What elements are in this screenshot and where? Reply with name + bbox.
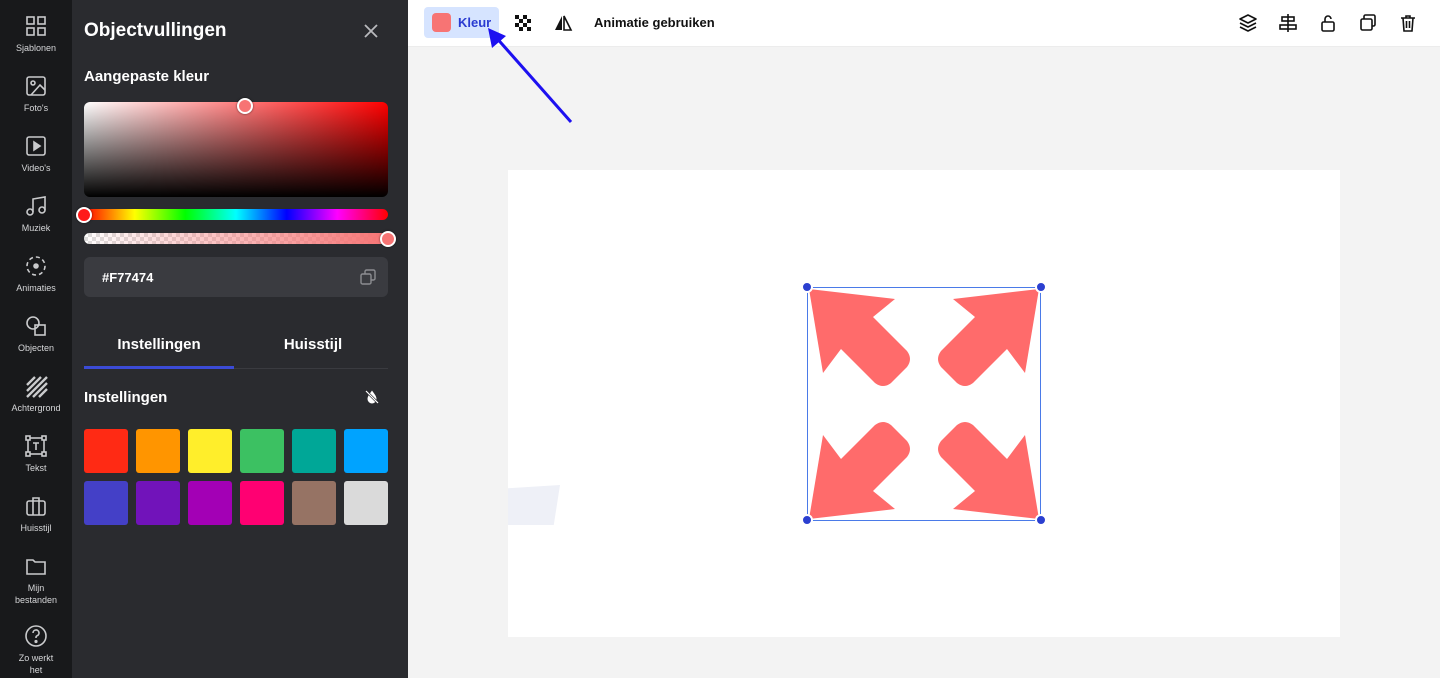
opacity-slider-handle[interactable]: [380, 231, 396, 247]
custom-color-title: Aangepaste kleur: [84, 68, 210, 85]
help-icon: [25, 625, 47, 647]
side-rail: Sjablonen Foto's Video's Muziek Animatie…: [0, 0, 72, 678]
rail-item-objects[interactable]: Objecten: [0, 314, 72, 354]
color-swatch[interactable]: [84, 481, 128, 525]
rail-item-animations[interactable]: Animaties: [0, 254, 72, 294]
copy-icon[interactable]: [360, 269, 376, 285]
resize-handle-top-left[interactable]: [801, 281, 813, 293]
color-swatch[interactable]: [344, 429, 388, 473]
templates-icon: [26, 16, 46, 36]
object-fill-panel: Objectvullingen Aangepaste kleur #F77474…: [72, 0, 408, 678]
settings-title: Instellingen: [84, 389, 168, 406]
current-color-chip: [432, 13, 451, 32]
rail-item-my-files[interactable]: Mijn bestanden: [0, 554, 72, 606]
align-icon[interactable]: [1278, 13, 1298, 33]
color-swatch[interactable]: [240, 481, 284, 525]
brand-icon: [26, 497, 46, 516]
photo-icon: [26, 76, 46, 96]
color-swatch[interactable]: [188, 481, 232, 525]
hex-color-field[interactable]: #F77474: [84, 257, 388, 297]
resize-handle-bottom-left[interactable]: [801, 514, 813, 526]
tab-settings[interactable]: Instellingen: [84, 336, 234, 353]
rail-label: Video's: [21, 163, 51, 173]
opacity-slider[interactable]: [84, 233, 388, 244]
color-swatch[interactable]: [188, 429, 232, 473]
panel-title: Objectvullingen: [84, 20, 227, 41]
trash-icon[interactable]: [1398, 13, 1418, 33]
folder-icon: [26, 559, 46, 575]
rail-label: Huisstijl: [20, 523, 52, 533]
color-swatch[interactable]: [344, 481, 388, 525]
tab-brand[interactable]: Huisstijl: [238, 336, 388, 353]
rail-item-background[interactable]: Achtergrond: [0, 374, 72, 414]
rail-item-brand[interactable]: Huisstijl: [0, 494, 72, 534]
close-icon[interactable]: [362, 22, 380, 40]
rail-item-text[interactable]: Tekst: [0, 434, 72, 474]
color-swatch[interactable]: [136, 429, 180, 473]
color-swatch[interactable]: [136, 481, 180, 525]
music-icon: [26, 196, 46, 216]
no-fill-icon[interactable]: [364, 389, 380, 405]
hue-slider[interactable]: [84, 209, 388, 220]
rail-item-music[interactable]: Muziek: [0, 194, 72, 234]
hue-slider-handle[interactable]: [76, 207, 92, 223]
unlock-icon[interactable]: [1318, 13, 1338, 33]
rail-label: Animaties: [16, 283, 56, 293]
rail-item-photos[interactable]: Foto's: [0, 74, 72, 114]
rail-label: Achtergrond: [11, 403, 61, 413]
saturation-value-handle[interactable]: [237, 98, 253, 114]
color-swatch[interactable]: [292, 429, 336, 473]
rail-label: Zo werkt het: [18, 653, 54, 675]
use-animation-button[interactable]: Animatie gebruiken: [594, 15, 715, 30]
color-swatch[interactable]: [292, 481, 336, 525]
annotation-arrow-icon: [488, 28, 573, 123]
rail-item-help[interactable]: Zo werkt het: [0, 624, 72, 676]
resize-handle-bottom-right[interactable]: [1035, 514, 1047, 526]
color-swatch[interactable]: [84, 429, 128, 473]
rail-label: Mijn bestanden: [14, 583, 58, 605]
hex-color-value[interactable]: #F77474: [102, 270, 153, 285]
animation-icon: [26, 256, 46, 276]
selection-box: [807, 287, 1041, 521]
saturation-value-picker[interactable]: [84, 102, 388, 197]
layers-icon[interactable]: [1238, 13, 1258, 33]
rail-item-videos[interactable]: Video's: [0, 134, 72, 174]
text-icon: [25, 435, 47, 457]
rail-label: Tekst: [25, 463, 47, 473]
rail-label: Foto's: [23, 103, 49, 113]
video-icon: [26, 136, 46, 156]
rail-label: Objecten: [17, 343, 55, 353]
background-icon: [26, 376, 48, 398]
rail-label: Muziek: [21, 223, 51, 233]
resize-handle-top-right[interactable]: [1035, 281, 1047, 293]
duplicate-icon[interactable]: [1358, 13, 1378, 33]
color-swatch[interactable]: [240, 429, 284, 473]
objects-icon: [26, 316, 46, 336]
rail-label: Sjablonen: [15, 43, 57, 53]
active-tab-indicator: [84, 366, 234, 369]
rail-item-templates[interactable]: Sjablonen: [0, 14, 72, 54]
partial-element[interactable]: [508, 485, 560, 525]
